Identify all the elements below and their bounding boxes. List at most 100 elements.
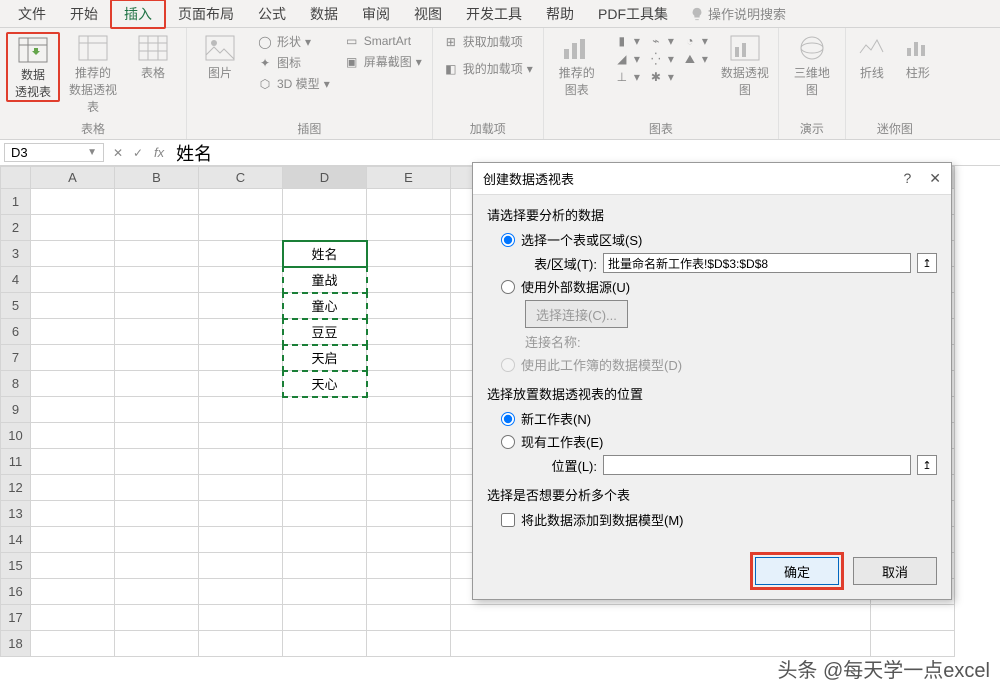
- sparkline-line-button[interactable]: 折线: [852, 32, 892, 81]
- cell[interactable]: [199, 449, 283, 475]
- 3d-map-button[interactable]: 三维地 图: [785, 32, 839, 98]
- cell[interactable]: [367, 267, 451, 293]
- cell[interactable]: [31, 501, 115, 527]
- cell[interactable]: [283, 475, 367, 501]
- cell[interactable]: [199, 189, 283, 215]
- cell[interactable]: [451, 631, 871, 657]
- close-icon[interactable]: ✕: [929, 170, 941, 187]
- help-icon[interactable]: ?: [903, 170, 911, 187]
- cell[interactable]: [199, 631, 283, 657]
- icons-button[interactable]: ✦图标: [253, 53, 334, 72]
- cell[interactable]: [31, 553, 115, 579]
- tab-review[interactable]: 审阅: [350, 1, 402, 27]
- tell-me-search[interactable]: 操作说明搜索: [680, 4, 796, 23]
- cell[interactable]: [115, 579, 199, 605]
- row-header[interactable]: 5: [1, 293, 31, 319]
- pivot-chart-button[interactable]: 数据透视图: [718, 32, 772, 98]
- cell[interactable]: [367, 423, 451, 449]
- tab-help[interactable]: 帮助: [534, 1, 586, 27]
- col-header[interactable]: E: [367, 167, 451, 189]
- get-addins-button[interactable]: ⊞获取加载项: [439, 32, 537, 51]
- cell[interactable]: [199, 241, 283, 267]
- col-header[interactable]: A: [31, 167, 115, 189]
- cell[interactable]: [199, 215, 283, 241]
- row-header[interactable]: 2: [1, 215, 31, 241]
- row-header[interactable]: 15: [1, 553, 31, 579]
- cell[interactable]: [367, 553, 451, 579]
- row-header[interactable]: 7: [1, 345, 31, 371]
- chart-line-button[interactable]: ⌁▾: [644, 32, 678, 50]
- location-input[interactable]: [603, 455, 911, 475]
- table-button[interactable]: 表格: [126, 32, 180, 81]
- smartart-button[interactable]: ▭SmartArt: [340, 32, 426, 50]
- cell[interactable]: [115, 293, 199, 319]
- my-addins-button[interactable]: ◧我的加载项 ▾: [439, 59, 537, 78]
- tab-data[interactable]: 数据: [298, 1, 350, 27]
- cell[interactable]: [31, 527, 115, 553]
- ok-button[interactable]: 确定: [755, 557, 839, 585]
- cell[interactable]: [31, 605, 115, 631]
- cell[interactable]: [283, 631, 367, 657]
- cell[interactable]: [199, 605, 283, 631]
- fx-icon[interactable]: fx: [148, 145, 170, 160]
- cell[interactable]: [283, 605, 367, 631]
- cell[interactable]: [199, 267, 283, 293]
- chart-pie-button[interactable]: ◔▾: [678, 32, 712, 50]
- cell[interactable]: [367, 345, 451, 371]
- row-header[interactable]: 17: [1, 605, 31, 631]
- cell[interactable]: [367, 449, 451, 475]
- chart-stock-button[interactable]: ⊥▾: [610, 68, 644, 86]
- cell[interactable]: [367, 501, 451, 527]
- cell[interactable]: [115, 371, 199, 397]
- enter-icon[interactable]: ✓: [128, 146, 148, 160]
- cell[interactable]: [31, 215, 115, 241]
- tab-file[interactable]: 文件: [6, 1, 58, 27]
- formula-input[interactable]: 姓名: [170, 140, 212, 166]
- radio-new-sheet[interactable]: [501, 412, 515, 426]
- cancel-button[interactable]: 取消: [853, 557, 937, 585]
- chart-map-button[interactable]: ⛰▾: [678, 50, 712, 68]
- row-header[interactable]: 4: [1, 267, 31, 293]
- range-input[interactable]: [603, 253, 911, 273]
- cell[interactable]: [31, 189, 115, 215]
- row-header[interactable]: 13: [1, 501, 31, 527]
- radio-select-range[interactable]: [501, 233, 515, 247]
- 3d-models-button[interactable]: ⬡3D 模型 ▾: [253, 74, 334, 93]
- cell[interactable]: [367, 319, 451, 345]
- cell[interactable]: [283, 553, 367, 579]
- cell[interactable]: [115, 423, 199, 449]
- cancel-icon[interactable]: ✕: [108, 146, 128, 160]
- row-header[interactable]: 3: [1, 241, 31, 267]
- cell[interactable]: [367, 241, 451, 267]
- cell[interactable]: [871, 605, 955, 631]
- row-header[interactable]: 1: [1, 189, 31, 215]
- cell[interactable]: [31, 241, 115, 267]
- row-header[interactable]: 18: [1, 631, 31, 657]
- select-all-corner[interactable]: [1, 167, 31, 189]
- cell[interactable]: [31, 475, 115, 501]
- cell[interactable]: [115, 605, 199, 631]
- tab-home[interactable]: 开始: [58, 1, 110, 27]
- cell[interactable]: 姓名: [283, 241, 367, 267]
- location-selector-button[interactable]: ↥: [917, 455, 937, 475]
- chart-radar-button[interactable]: ✱▾: [644, 68, 678, 86]
- cell[interactable]: [31, 449, 115, 475]
- cell[interactable]: [871, 631, 955, 657]
- cell[interactable]: [115, 345, 199, 371]
- cell[interactable]: [115, 397, 199, 423]
- cell[interactable]: [367, 579, 451, 605]
- cell[interactable]: [115, 475, 199, 501]
- chart-area-button[interactable]: ◢▾: [610, 50, 644, 68]
- col-header[interactable]: C: [199, 167, 283, 189]
- cell[interactable]: [31, 579, 115, 605]
- cell[interactable]: [199, 553, 283, 579]
- cell[interactable]: [199, 319, 283, 345]
- row-header[interactable]: 6: [1, 319, 31, 345]
- row-header[interactable]: 10: [1, 423, 31, 449]
- cell[interactable]: [367, 293, 451, 319]
- cell[interactable]: [451, 605, 871, 631]
- cell[interactable]: [31, 631, 115, 657]
- dialog-titlebar[interactable]: 创建数据透视表 ? ✕: [473, 163, 951, 195]
- cell[interactable]: [115, 449, 199, 475]
- shapes-button[interactable]: ◯形状 ▾: [253, 32, 334, 51]
